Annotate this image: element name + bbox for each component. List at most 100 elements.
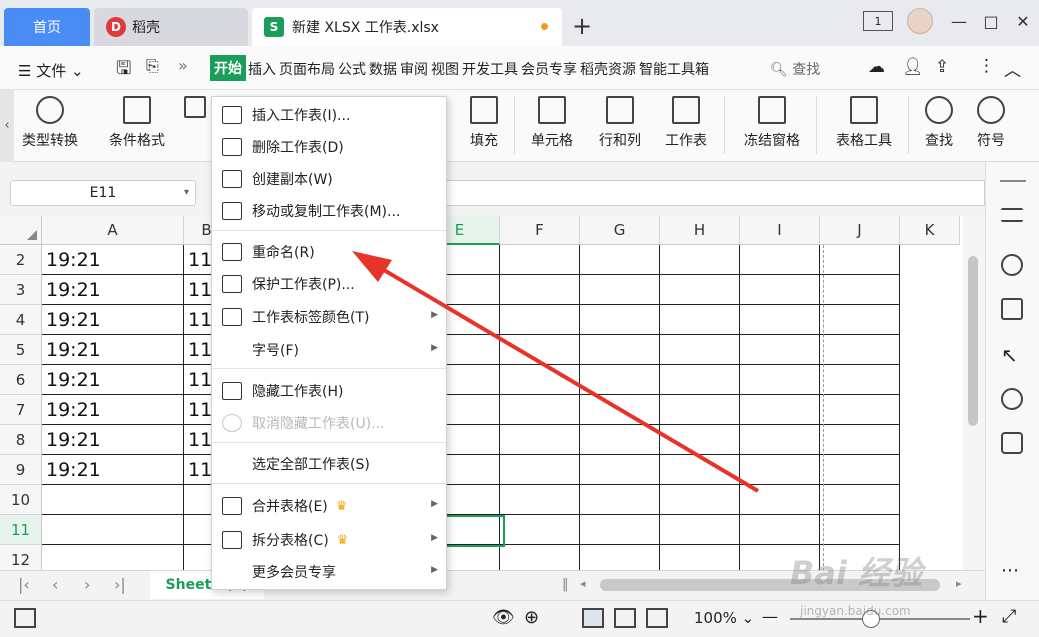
grid-cell[interactable]: 19:21 — [42, 425, 184, 455]
context-menu-item[interactable]: 插入工作表(I)... — [212, 100, 446, 130]
grid-cell[interactable] — [740, 245, 820, 275]
column-header-f[interactable]: F — [500, 216, 580, 245]
context-menu-item[interactable]: 选定全部工作表(S) — [212, 449, 446, 479]
grid-cell[interactable] — [580, 365, 660, 395]
row-header[interactable]: 4 — [0, 305, 42, 335]
maximize-button[interactable]: □ — [975, 12, 1007, 31]
row-header[interactable]: 5 — [0, 335, 42, 365]
grid-cell[interactable] — [500, 365, 580, 395]
ribbon-scroll-left-icon[interactable]: ‹ — [0, 90, 14, 162]
grid-cell[interactable]: 19:21 — [42, 245, 184, 275]
context-menu-item[interactable]: 保护工作表(P)... — [212, 269, 446, 299]
grid-cell[interactable]: 19:21 — [42, 335, 184, 365]
grid-cell[interactable] — [740, 455, 820, 485]
grid-cell[interactable] — [740, 395, 820, 425]
grid-cell[interactable] — [740, 305, 820, 335]
menu-developer[interactable]: 开发工具 — [462, 59, 518, 79]
grid-cell[interactable] — [500, 485, 580, 515]
tab-file[interactable]: S 新建 XLSX 工作表.xlsx — [252, 8, 562, 46]
sheet-button[interactable]: 工作表 — [656, 96, 716, 150]
collapse-ribbon-icon[interactable]: ︿ — [1004, 56, 1021, 81]
context-menu-item[interactable]: 更多会员专享 ▶ — [212, 557, 446, 587]
context-menu-item[interactable]: 拆分表格(C) ♛ ▶ — [212, 525, 446, 555]
zoom-level[interactable]: 100% ⌄ — [694, 609, 754, 627]
normal-view-icon[interactable] — [582, 608, 604, 628]
grid-cell[interactable] — [580, 245, 660, 275]
grid-cell[interactable] — [660, 515, 740, 545]
grid-cell[interactable]: 19:21 — [42, 275, 184, 305]
grid-cell[interactable] — [660, 365, 740, 395]
context-menu-item[interactable]: 工作表标签颜色(T) ▶ — [212, 302, 446, 332]
type-convert-button[interactable]: 类型转换 — [18, 96, 82, 150]
row-header[interactable]: 8 — [0, 425, 42, 455]
grid-cell[interactable] — [820, 275, 900, 305]
menu-review[interactable]: 审阅 — [400, 59, 428, 79]
menu-insert[interactable]: 插入 — [248, 59, 276, 79]
cloud-sync-icon[interactable]: ☁ — [868, 57, 885, 77]
window-layout-icon[interactable]: 1 — [863, 11, 893, 31]
grid-cell[interactable] — [820, 245, 900, 275]
grid-cell[interactable] — [820, 455, 900, 485]
menu-view[interactable]: 视图 — [431, 59, 459, 79]
export-icon[interactable]: ⎘ — [146, 56, 159, 76]
file-menu[interactable]: ☰ 文件 ⌄ — [18, 60, 84, 81]
row-header[interactable]: 9 — [0, 455, 42, 485]
context-menu-item[interactable]: 创建副本(W) — [212, 164, 446, 194]
save-icon[interactable]: 🖫 — [116, 56, 131, 86]
row-header[interactable]: 7 — [0, 395, 42, 425]
cond-format-button[interactable]: 条件格式 — [100, 96, 174, 150]
row-header[interactable]: 11 — [0, 515, 42, 545]
grid-cell[interactable] — [500, 335, 580, 365]
context-menu-item[interactable]: 隐藏工作表(H) — [212, 376, 446, 406]
context-menu-item[interactable]: 重命名(R) — [212, 237, 446, 267]
crosshair-icon[interactable]: ⊕ — [524, 607, 539, 628]
grid-cell[interactable] — [660, 305, 740, 335]
tab-daoke[interactable]: D 稻壳 — [94, 8, 248, 46]
help-icon[interactable] — [1001, 254, 1023, 276]
grid-cell[interactable] — [500, 245, 580, 275]
grid-cell[interactable] — [740, 365, 820, 395]
grid-cell[interactable] — [740, 275, 820, 305]
grid-cell[interactable] — [500, 455, 580, 485]
column-header-i[interactable]: I — [740, 216, 820, 245]
grid-cell[interactable] — [500, 395, 580, 425]
grid-cell[interactable] — [740, 485, 820, 515]
context-menu-item[interactable]: 合并表格(E) ♛ ▶ — [212, 491, 446, 521]
grid-cell[interactable] — [500, 425, 580, 455]
macro-icon[interactable] — [14, 608, 36, 628]
grid-cell[interactable] — [660, 245, 740, 275]
symbol-button[interactable]: 符号 — [968, 96, 1014, 150]
select-all-corner[interactable] — [0, 216, 42, 245]
column-header-h[interactable]: H — [660, 216, 740, 245]
grid-cell[interactable] — [660, 485, 740, 515]
last-sheet-icon[interactable]: ›| — [114, 575, 126, 594]
page-layout-view-icon[interactable] — [614, 608, 636, 628]
avatar[interactable] — [907, 8, 933, 34]
zoom-slider-track[interactable] — [790, 618, 970, 620]
grid-cell[interactable] — [660, 275, 740, 305]
column-header-g[interactable]: G — [580, 216, 660, 245]
grid-cell[interactable] — [500, 305, 580, 335]
row-header[interactable]: 10 — [0, 485, 42, 515]
close-button[interactable]: ✕ — [1007, 12, 1039, 31]
grid-cell[interactable] — [580, 455, 660, 485]
grid-cell[interactable] — [660, 455, 740, 485]
menu-toolbox[interactable]: 智能工具箱 — [639, 59, 709, 79]
grid-cell[interactable] — [42, 485, 184, 515]
zoom-in-button[interactable]: + — [972, 604, 989, 628]
scroll-right-icon[interactable]: ▸ — [956, 577, 962, 590]
grid-cell[interactable] — [580, 335, 660, 365]
menu-daoke-resources[interactable]: 稻壳资源 — [580, 59, 636, 79]
first-sheet-icon[interactable]: |‹ — [18, 575, 30, 594]
search-box[interactable]: 🔍︎ 查找 — [770, 59, 820, 79]
grid-cell[interactable] — [740, 515, 820, 545]
grid-cell[interactable] — [660, 425, 740, 455]
menu-member[interactable]: 会员专享 — [521, 59, 577, 79]
prev-sheet-icon[interactable]: ‹ — [52, 575, 58, 594]
grid-cell[interactable] — [580, 395, 660, 425]
fill-button[interactable]: 填充 — [462, 96, 506, 150]
grid-cell[interactable] — [500, 515, 580, 545]
chart-tool-icon[interactable] — [1001, 432, 1023, 454]
menu-formula[interactable]: 公式 — [338, 59, 366, 79]
split-handle-icon[interactable]: ‖ — [562, 577, 569, 592]
